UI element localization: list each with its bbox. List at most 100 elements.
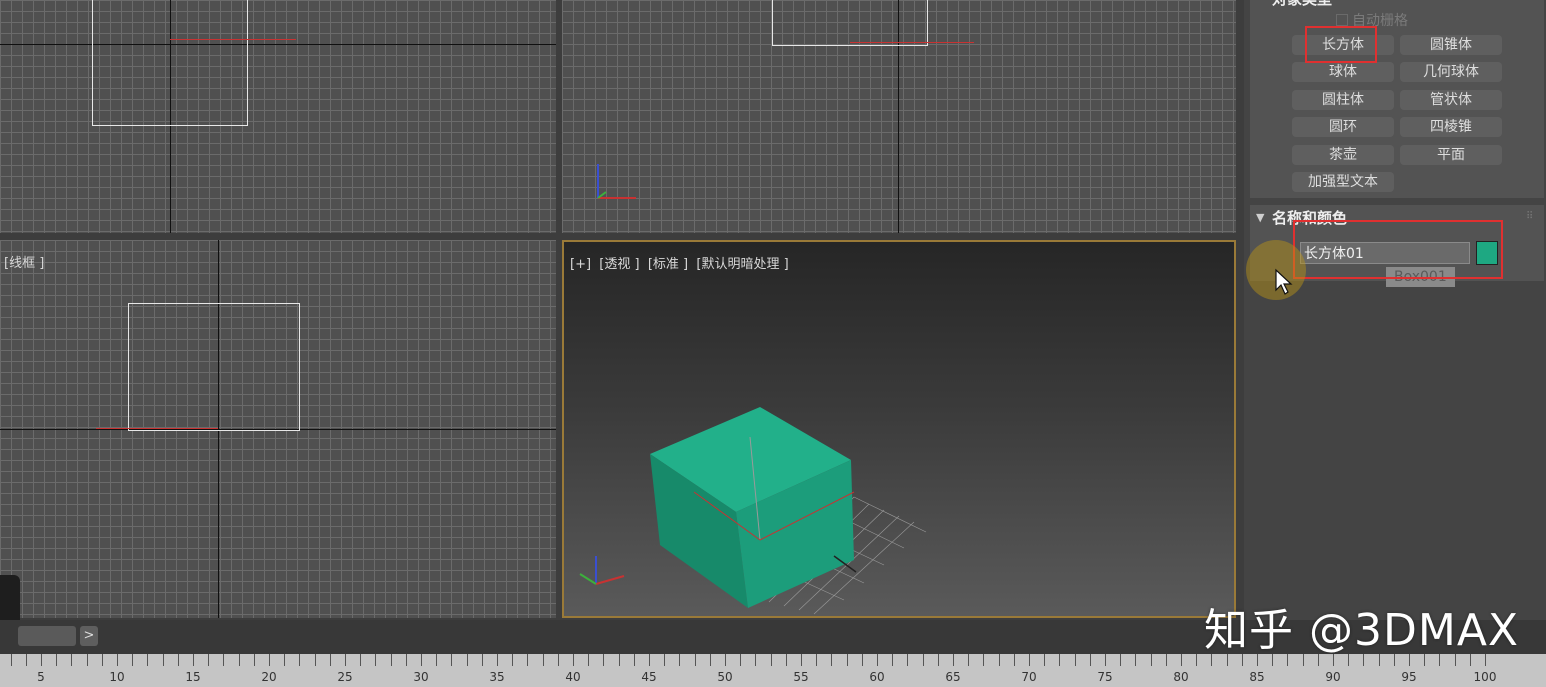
- ruler-tick-label: 50: [717, 670, 733, 684]
- ruler-tick-label: 80: [1173, 670, 1189, 684]
- ruler-tick: [1029, 654, 1030, 666]
- ruler-tick: [664, 654, 666, 666]
- ruler-tick: [968, 654, 970, 666]
- ruler-tick: [86, 654, 88, 666]
- ruler-tick: [679, 654, 681, 666]
- x-axis-gizmo: [170, 39, 296, 40]
- ruler-tick: [831, 654, 833, 666]
- ruler-tick: [451, 654, 453, 666]
- ruler-tick: [193, 654, 194, 666]
- ruler-tick: [1105, 654, 1106, 666]
- drag-handle-icon[interactable]: ⠿: [1526, 211, 1533, 222]
- ruler-tick: [1089, 654, 1091, 666]
- ruler-tick: [1181, 654, 1182, 666]
- object-type-rollout: 对象类型 自动栅格 长方体 圆锥体 球体 几何球体 圆柱体 管状体 圆环 四棱锥…: [1250, 0, 1544, 198]
- ruler-tick: [1196, 654, 1198, 666]
- ruler-tick: [1120, 654, 1122, 666]
- ruler-tick: [588, 654, 590, 666]
- tube-button[interactable]: 管状体: [1400, 90, 1502, 110]
- ruler-tick: [41, 654, 42, 666]
- ruler-tick-label: 20: [261, 670, 277, 684]
- ruler-tick-label: 15: [185, 670, 201, 684]
- ruler-tick: [223, 654, 225, 666]
- ruler-tick-label: 90: [1325, 670, 1341, 684]
- ruler-tick: [177, 654, 179, 666]
- grid-axis-horizontal: [0, 44, 556, 45]
- ruler-tick-label: 25: [337, 670, 353, 684]
- sphere-button[interactable]: 球体: [1292, 62, 1394, 82]
- track-bar-ruler[interactable]: 5 10 15 20 25 30 35 40 45 50 55 60 65 70 75 80 85 90 95 100: [0, 654, 1546, 687]
- ruler-tick: [725, 654, 726, 666]
- ruler-tick: [907, 654, 909, 666]
- next-frame-button[interactable]: >: [80, 626, 98, 646]
- plane-button[interactable]: 平面: [1400, 145, 1502, 165]
- ruler-tick: [603, 654, 605, 666]
- ruler-tick: [998, 654, 1000, 666]
- textplus-button[interactable]: 加强型文本: [1292, 172, 1394, 192]
- ruler-tick: [922, 654, 924, 666]
- cylinder-button[interactable]: 圆柱体: [1292, 90, 1394, 110]
- viewport-left[interactable]: [线框 ]: [0, 240, 556, 618]
- ruler-tick: [238, 654, 240, 666]
- box-wireframe: [128, 303, 300, 431]
- ruler-tick-label: 35: [489, 670, 505, 684]
- ruler-tick: [785, 654, 787, 666]
- ruler-tick: [253, 654, 255, 666]
- ruler-tick: [132, 654, 134, 666]
- ruler-tick: [481, 654, 483, 666]
- ruler-tick: [816, 654, 818, 666]
- highlight-name-field: [1293, 220, 1503, 279]
- ruler-tick: [208, 654, 210, 666]
- ruler-tick: [421, 654, 422, 666]
- ruler-tick: [345, 654, 346, 666]
- ruler-tick-label: 10: [109, 670, 125, 684]
- teapot-button[interactable]: 茶壶: [1292, 145, 1394, 165]
- ruler-tick-label: 40: [565, 670, 581, 684]
- time-slider-thumb[interactable]: [18, 626, 76, 646]
- ruler-tick: [147, 654, 149, 666]
- ruler-tick: [117, 654, 118, 666]
- cone-button[interactable]: 圆锥体: [1400, 35, 1502, 55]
- ruler-tick: [25, 654, 27, 666]
- ruler-tick: [512, 654, 514, 666]
- ruler-tick: [1059, 654, 1061, 666]
- collapse-arrow-icon[interactable]: ▼: [1256, 211, 1264, 224]
- ruler-tick-label: 45: [641, 670, 657, 684]
- ruler-tick: [375, 654, 377, 666]
- ruler-tick: [877, 654, 878, 666]
- ruler-tick: [953, 654, 954, 666]
- ruler-tick: [892, 654, 894, 666]
- axis-tripod-icon: [579, 556, 625, 585]
- ruler-tick-label: 100: [1473, 670, 1497, 684]
- ruler-tick: [542, 654, 544, 666]
- ruler-tick: [497, 654, 498, 666]
- torus-button[interactable]: 圆环: [1292, 117, 1394, 137]
- autogrid-checkbox[interactable]: [1336, 14, 1348, 26]
- ruler-tick-label: 75: [1097, 670, 1113, 684]
- ruler-tick: [162, 654, 164, 666]
- mouse-cursor-icon: [1275, 268, 1293, 295]
- rollout-header[interactable]: 对象类型: [1272, 0, 1332, 9]
- ruler-tick: [56, 654, 58, 666]
- ruler-tick: [573, 654, 574, 666]
- ruler-tick: [284, 654, 286, 666]
- x-axis-gizmo: [850, 42, 974, 43]
- ruler-tick: [801, 654, 802, 666]
- box-wireframe: [772, 0, 928, 46]
- ruler-tick: [618, 654, 620, 666]
- viewport-front[interactable]: [562, 0, 1236, 233]
- ruler-tick: [557, 654, 559, 666]
- ruler-tick: [633, 654, 635, 666]
- ruler-tick-label: 5: [37, 670, 45, 684]
- ruler-tick: [846, 654, 848, 666]
- geosphere-button[interactable]: 几何球体: [1400, 62, 1502, 82]
- ruler-tick-label: 55: [793, 670, 809, 684]
- ruler-tick: [937, 654, 939, 666]
- viewport-perspective[interactable]: [+] [透视 ] [标准 ] [默认明暗处理 ]: [562, 240, 1236, 618]
- ruler-tick-label: 95: [1401, 670, 1417, 684]
- pyramid-button[interactable]: 四棱锥: [1400, 117, 1502, 137]
- ruler-tick: [314, 654, 316, 666]
- viewport-top[interactable]: [0, 0, 556, 233]
- ruler-tick: [101, 654, 103, 666]
- ruler-tick-label: 85: [1249, 670, 1265, 684]
